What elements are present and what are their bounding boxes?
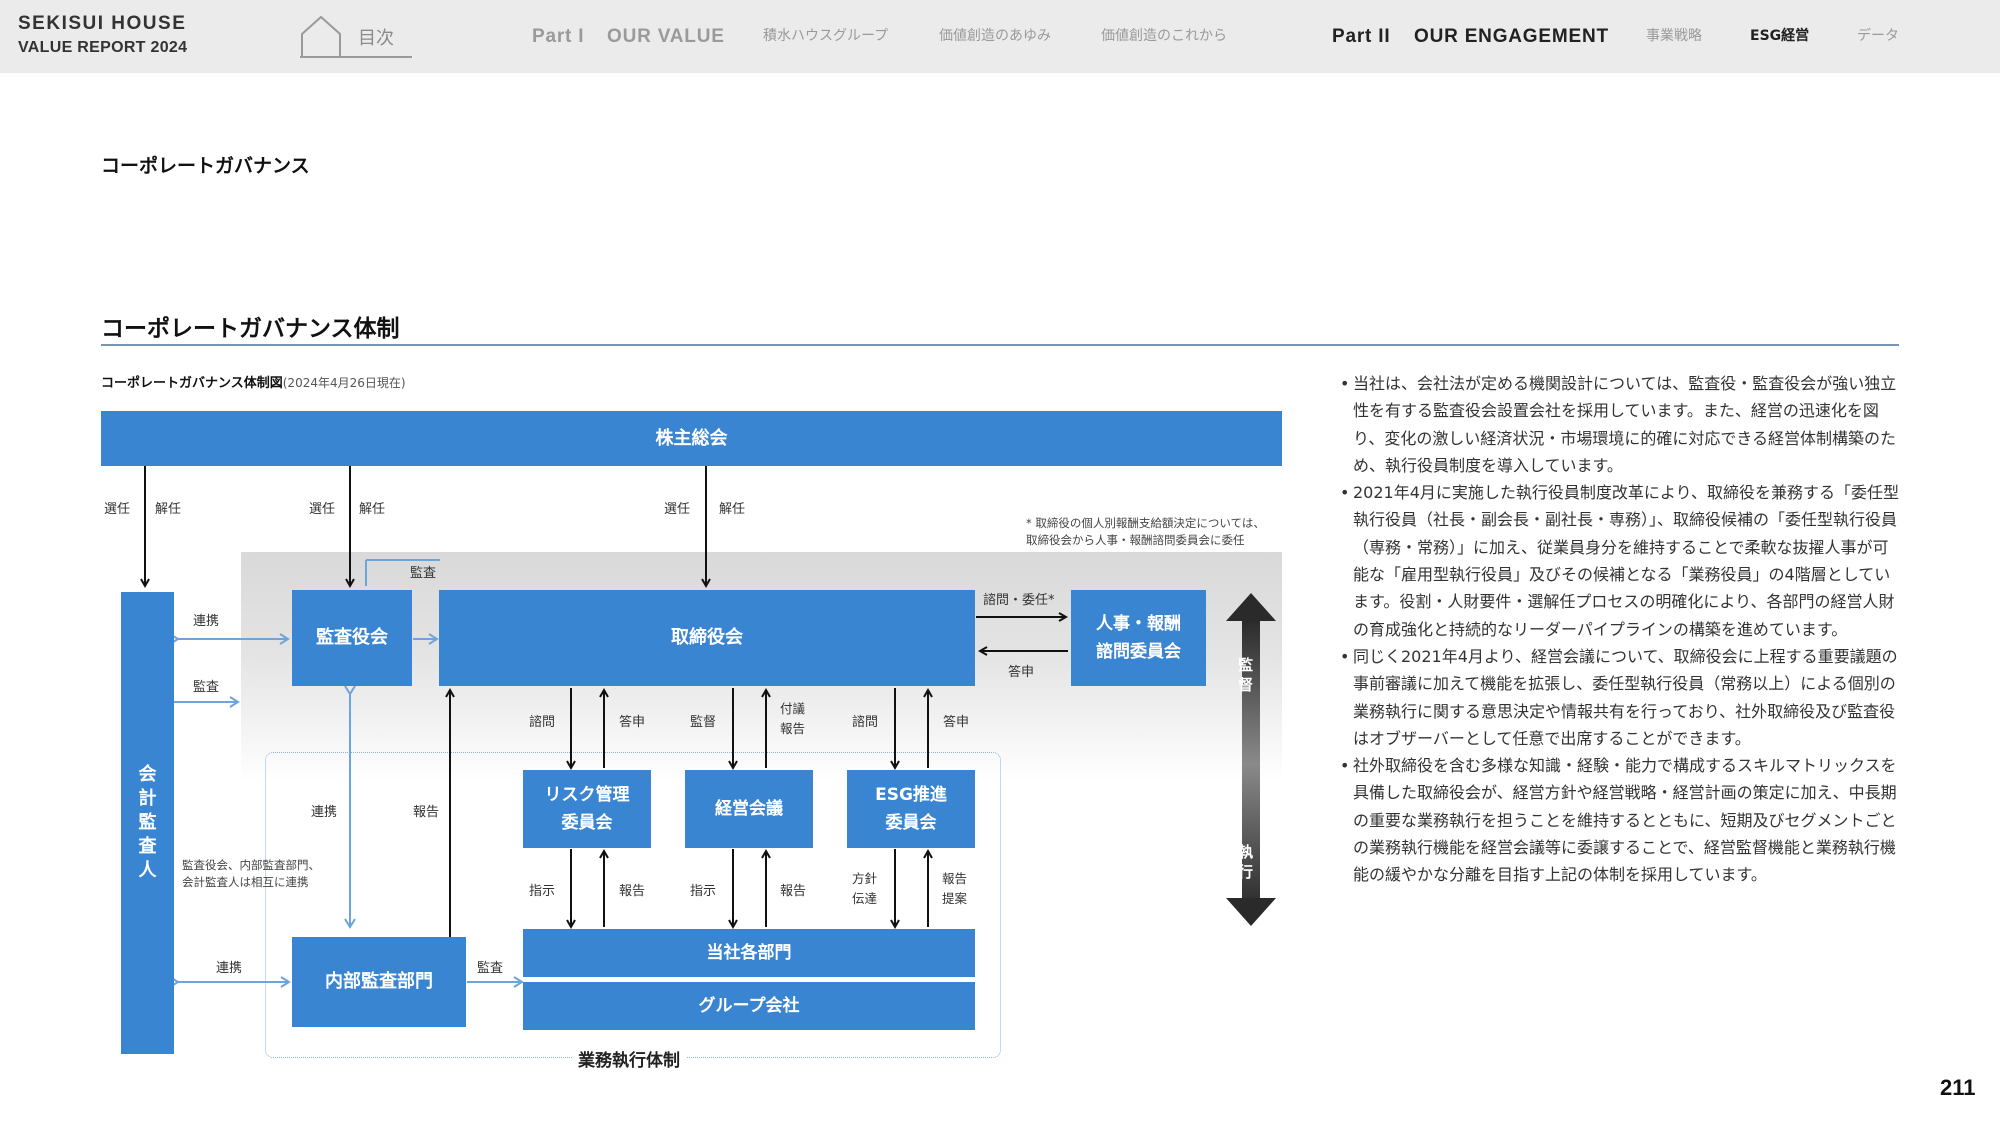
description-item: 当社は、会社法が定める機関設計については、監査役・監査役会が強い独立性を有する監…: [1340, 370, 1900, 479]
page-number: 211: [1940, 1075, 1976, 1100]
board-of-directors-box: 取締役会: [439, 590, 975, 686]
esg-reply-label: 答申: [943, 715, 970, 730]
elect-label-1: 選任: [104, 502, 131, 517]
description-item: 社外取締役を含む多様な知識・経験・能力で構成するスキルマトリックスを具備した取締…: [1340, 752, 1900, 888]
risk-instruct-label: 指示: [529, 884, 556, 899]
esg-policy-label: 方針 伝達: [852, 871, 878, 906]
management-meeting-box: 経営会議: [685, 770, 813, 848]
nomination-compensation-committee-box: 人事・報酬 諮問委員会: [1071, 590, 1206, 686]
risk-reply-label: 答申: [619, 715, 646, 730]
description-item: 同じく2021年4月より、経営会議について、取締役会に上程する重要議題の事前審議…: [1340, 643, 1900, 752]
audit-label-top: 監査: [410, 566, 437, 581]
mgmt-supervision-label: 監督: [690, 715, 717, 730]
dismiss-label-2: 解任: [359, 502, 386, 517]
cooperate-label-top: 連携: [193, 614, 220, 629]
nomination-reply-label: 答申: [1008, 665, 1035, 680]
elect-label-3: 選任: [664, 502, 691, 517]
risk-report-label: 報告: [619, 884, 646, 899]
mgmt-report-label: 報告: [780, 884, 807, 899]
mutual-cooperation-note: 監査役会、内部監査部門、 会計監査人は相互に連携: [182, 858, 320, 889]
report-label-internal: 報告: [413, 805, 440, 820]
risk-committee-box: リスク管理 委員会: [523, 770, 651, 848]
esg-committee-box: ESG推進 委員会: [847, 770, 975, 848]
audit-label-left: 監査: [193, 680, 220, 695]
esg-consult-label: 諮問: [852, 715, 879, 730]
shareholders-meeting-box: 株主総会: [101, 411, 1282, 466]
elect-label-2: 選任: [309, 502, 336, 517]
cooperate-label-mid: 連携: [311, 805, 338, 820]
accounting-auditor-label: 会計監査人: [138, 764, 157, 881]
consult-delegate-label: 諮問・委任*: [983, 593, 1055, 608]
esg-report-propose-label: 報告 提案: [942, 871, 968, 906]
supervise-label: 監督: [1238, 656, 1254, 694]
cooperate-label-bottom: 連携: [216, 961, 243, 976]
company-departments-box: 当社各部門: [523, 929, 975, 977]
internal-audit-box: 内部監査部門: [292, 937, 466, 1027]
description-item: 2021年4月に実施した執行役員制度改革により、取締役を兼務する「委任型執行役員…: [1340, 479, 1900, 643]
risk-consult-label: 諮問: [529, 715, 556, 730]
execute-label: 執行: [1238, 843, 1254, 881]
governance-description-list: 当社は、会社法が定める機関設計については、監査役・監査役会が強い独立性を有する監…: [1340, 370, 1900, 889]
dismiss-label-3: 解任: [719, 502, 746, 517]
audit-board-box: 監査役会: [292, 590, 412, 686]
compensation-note: * 取締役の個人別報酬支給額決定については、 取締役会から人事・報酬諮問委員会に…: [1026, 516, 1265, 547]
accounting-auditor-box: 会計監査人: [121, 592, 174, 1054]
audit-label-bottom: 監査: [477, 961, 504, 976]
mgmt-refer-report-label: 付議 報告: [780, 701, 806, 736]
group-companies-box: グループ会社: [523, 982, 975, 1030]
mgmt-instruct-label: 指示: [690, 884, 717, 899]
dismiss-label-1: 解任: [155, 502, 182, 517]
